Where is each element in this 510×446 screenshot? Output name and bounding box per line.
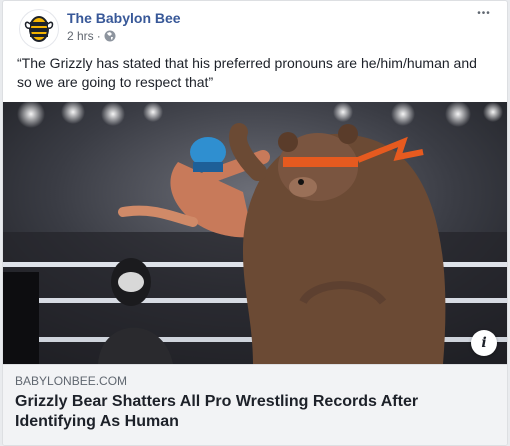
- meta-separator: ·: [96, 29, 101, 43]
- globe-icon[interactable]: [104, 30, 116, 42]
- timestamp-link[interactable]: 2 hrs: [67, 29, 94, 43]
- post-card: The Babylon Bee 2 hrs · ••• “The Grizzly…: [2, 0, 508, 446]
- wrestling-bear-image: [3, 102, 507, 364]
- link-preview[interactable]: BABYLONBEE.COM Grizzly Bear Shatters All…: [3, 364, 507, 445]
- page-name-link[interactable]: The Babylon Bee: [67, 10, 181, 26]
- info-button[interactable]: i: [471, 330, 497, 356]
- more-dots-icon: •••: [477, 8, 491, 19]
- post-meta: 2 hrs ·: [67, 29, 116, 43]
- post-text: “The Grizzly has stated that his preferr…: [17, 55, 477, 90]
- link-title[interactable]: Grizzly Bear Shatters All Pro Wrestling …: [15, 392, 485, 432]
- post-header: The Babylon Bee 2 hrs · •••: [15, 7, 495, 49]
- page-avatar[interactable]: [19, 9, 59, 49]
- babylon-bee-logo-icon: [24, 16, 54, 42]
- link-image[interactable]: i: [3, 102, 507, 364]
- more-options-button[interactable]: •••: [473, 7, 495, 23]
- link-domain: BABYLONBEE.COM: [15, 374, 128, 388]
